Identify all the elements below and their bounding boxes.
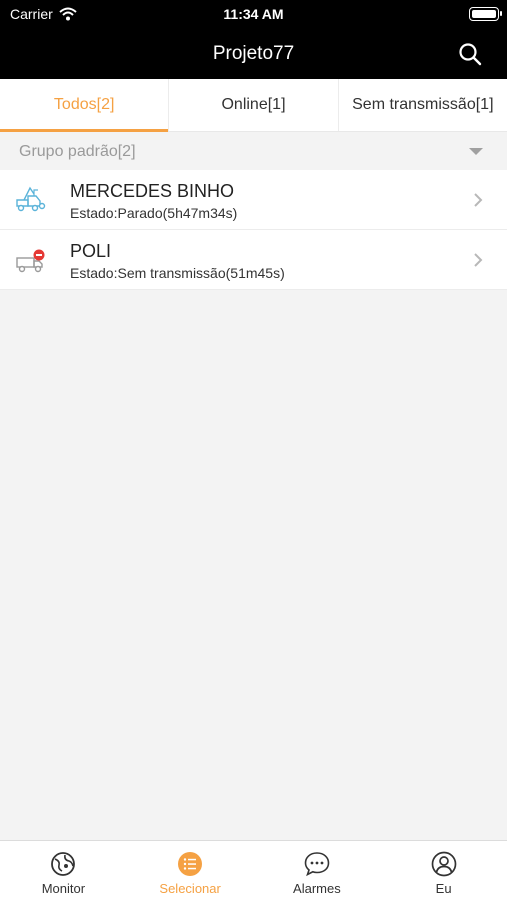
tab-selecionar[interactable]: Selecionar (127, 841, 254, 900)
tab-label: Eu (435, 881, 452, 896)
status-bar: Carrier 11:34 AM (0, 0, 507, 30)
tab-label: Monitor (41, 881, 86, 896)
chevron-right-icon (474, 193, 483, 207)
vehicle-row[interactable]: POLI Estado:Sem transmissão(51m45s) (0, 230, 507, 290)
chevron-right-icon (474, 253, 483, 267)
clock: 11:34 AM (223, 6, 284, 22)
vehicle-name: MERCEDES BINHO (70, 181, 235, 201)
filter-tabs: Todos[2] Online[1] Sem transmissão[1] (0, 79, 507, 132)
tab-todos[interactable]: Todos[2] (0, 79, 169, 132)
group-header[interactable]: Grupo padrão[2] (0, 133, 507, 170)
chat-bubble-icon (304, 852, 330, 877)
tab-label: Alarmes (293, 881, 341, 896)
user-icon (431, 851, 456, 877)
vehicle-state: Estado:Sem transmissão(51m45s) (70, 265, 285, 281)
vehicle-list: MERCEDES BINHO Estado:Parado(5h47m34s) P… (0, 170, 507, 290)
tab-eu[interactable]: Eu (380, 841, 507, 900)
vehicle-state: Estado:Parado(5h47m34s) (70, 205, 238, 221)
battery-icon (469, 7, 502, 21)
vehicle-name: POLI (70, 241, 112, 261)
bottom-tab-bar: Monitor Selecionar Alarmes Eu (0, 840, 507, 900)
page-title: Projeto77 (212, 43, 295, 64)
search-icon[interactable] (457, 41, 483, 67)
tab-label: Selecionar (159, 881, 221, 896)
group-label: Grupo padrão[2] (19, 143, 136, 160)
monitor-globe-icon (51, 852, 76, 876)
tab-sem-transmissao[interactable]: Sem transmissão[1] (337, 79, 507, 131)
truck-offline-icon (16, 249, 45, 273)
navigation-bar: Projeto77 (0, 30, 507, 79)
tab-monitor[interactable]: Monitor (0, 841, 127, 900)
tab-alarmes[interactable]: Alarmes (254, 841, 381, 900)
truck-stopped-icon (16, 186, 46, 212)
tab-online[interactable]: Online[1] (168, 79, 337, 131)
caret-down-icon (469, 148, 483, 155)
list-icon (178, 852, 203, 876)
vehicle-row[interactable]: MERCEDES BINHO Estado:Parado(5h47m34s) (0, 170, 507, 230)
